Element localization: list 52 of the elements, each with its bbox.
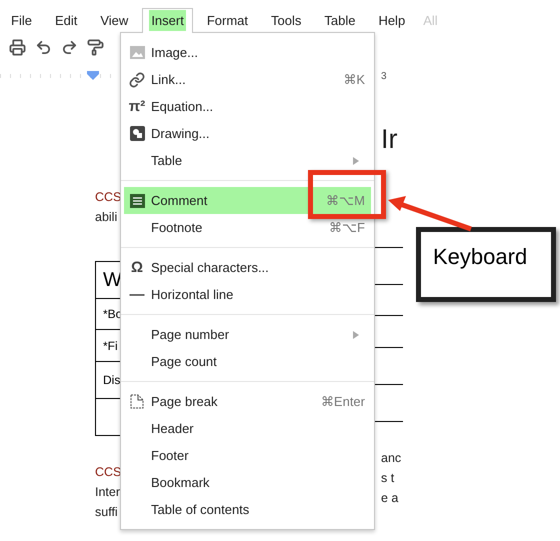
shortcut-text: ⌘⌥M xyxy=(326,193,365,208)
menu-item[interactable]: Image... xyxy=(124,39,371,66)
menu-item[interactable]: Page count xyxy=(124,348,371,375)
menu-tab[interactable]: Table xyxy=(315,8,364,33)
ruler-number: 3 xyxy=(381,72,388,82)
link-icon xyxy=(129,72,145,88)
document-text: abili xyxy=(95,209,118,226)
menu-item[interactable]: Footer xyxy=(124,442,371,469)
menu-item[interactable]: Footnote ⌘⌥F xyxy=(124,214,371,241)
paint-format-icon[interactable] xyxy=(87,38,104,56)
menu-item[interactable]: Bookmark xyxy=(124,469,371,496)
menu-item[interactable]: Drawing... xyxy=(124,120,371,147)
menu-item-glyph: — xyxy=(130,286,144,303)
menu-tab[interactable]: File xyxy=(2,8,41,33)
document-text: s t xyxy=(381,470,396,487)
document-text: CCS xyxy=(95,464,120,481)
shortcut-text: ⌘K xyxy=(343,72,365,87)
callout-label: Keyboard xyxy=(416,227,556,302)
menu-item[interactable]: Table of contents xyxy=(124,496,371,523)
menu-item[interactable]: — Horizontal line xyxy=(124,281,371,308)
menu-tab[interactable]: Format xyxy=(198,8,257,33)
redo-icon[interactable] xyxy=(61,38,78,56)
menu-item[interactable]: Comment ⌘⌥M xyxy=(124,187,371,214)
menu-item[interactable]: π² Equation... xyxy=(124,93,371,120)
shortcut-text: ⌘Enter xyxy=(320,394,365,409)
shortcut-text: ⌘⌥F xyxy=(329,220,365,235)
menu-item[interactable]: Header xyxy=(124,415,371,442)
document-text: suffi xyxy=(95,504,119,521)
menu-item-glyph: π² xyxy=(128,98,146,115)
menu-item[interactable]: Ω Special characters... xyxy=(124,254,371,281)
menu-item[interactable]: Link... ⌘K xyxy=(124,66,371,93)
page-break-icon xyxy=(130,394,144,409)
menu-tab[interactable]: Edit xyxy=(46,8,86,33)
print-icon[interactable] xyxy=(9,38,26,56)
document-text: CCS xyxy=(95,189,120,206)
shapes-icon xyxy=(130,126,144,141)
menu-item[interactable]: Table xyxy=(124,147,371,174)
document-text: e a xyxy=(381,490,400,507)
menu-tab[interactable]: Help xyxy=(369,8,414,33)
undo-icon[interactable] xyxy=(35,38,52,56)
document-heading: Ir xyxy=(381,123,398,156)
menu-tab[interactable]: Tools xyxy=(262,8,310,33)
document-text: Inter xyxy=(95,484,120,501)
indent-marker-icon[interactable] xyxy=(87,71,99,80)
document-text: anc xyxy=(381,450,402,467)
comment-icon xyxy=(130,194,144,208)
menu-tab[interactable]: Insert xyxy=(142,8,193,33)
menu-item[interactable]: Page number xyxy=(124,321,371,348)
image-icon xyxy=(130,46,144,59)
menu-tab[interactable]: View xyxy=(91,8,138,33)
menu-item[interactable]: Page break ⌘Enter xyxy=(124,388,371,415)
menu-item-glyph: Ω xyxy=(130,259,144,276)
